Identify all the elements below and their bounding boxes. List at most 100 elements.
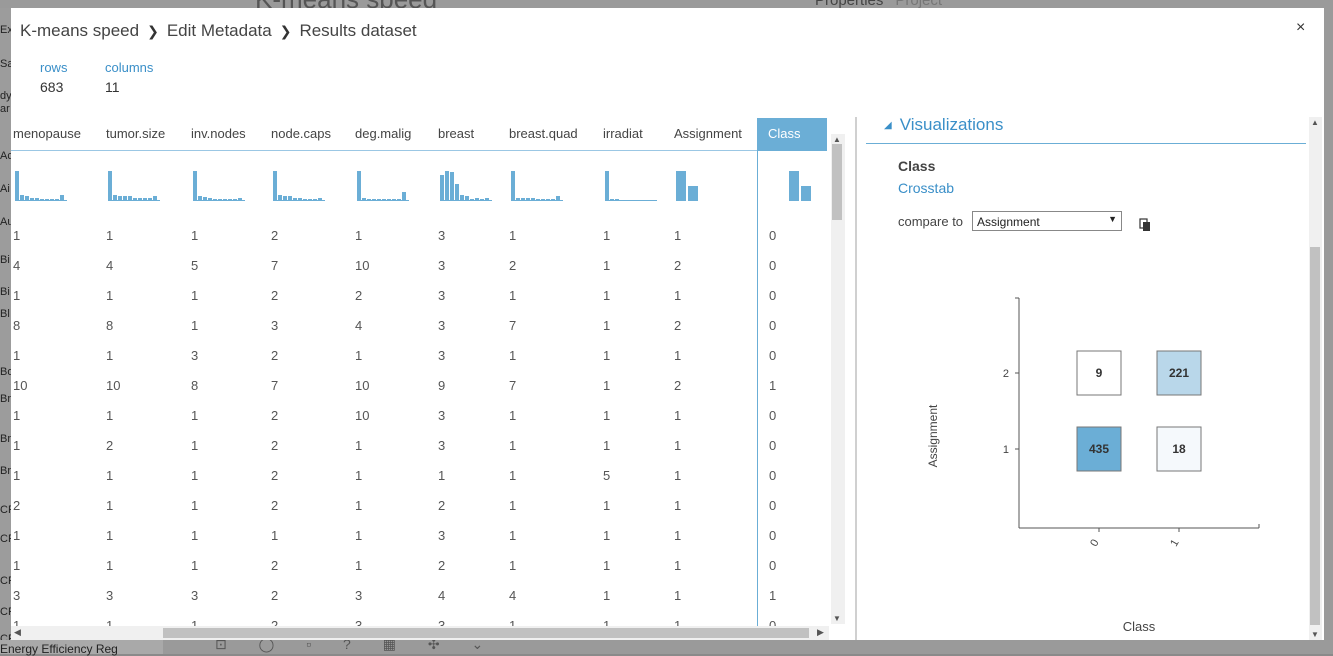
table-cell[interactable]: 1 [106,498,113,513]
table-cell[interactable]: 1 [674,438,681,453]
table-cell[interactable]: 1 [603,558,610,573]
table-cell[interactable]: 1 [191,528,198,543]
column-header-deg-malig[interactable]: deg.malig [355,126,411,141]
column-header-breast[interactable]: breast [438,126,474,141]
table-cell[interactable]: 1 [603,228,610,243]
table-cell[interactable]: 1 [106,348,113,363]
table-cell[interactable]: 1 [13,558,20,573]
table-cell[interactable]: 1 [191,288,198,303]
table-cell[interactable]: 0 [769,528,776,543]
table-cell[interactable]: 1 [355,228,362,243]
table-cell[interactable]: 1 [603,528,610,543]
table-cell[interactable]: 1 [603,318,610,333]
table-cell[interactable]: 1 [509,408,516,423]
table-cell[interactable]: 1 [674,618,681,626]
table-cell[interactable]: 2 [271,438,278,453]
table-cell[interactable]: 1 [106,288,113,303]
table-cell[interactable]: 1 [603,408,610,423]
table-cell[interactable]: 1 [509,228,516,243]
table-cell[interactable]: 1 [674,558,681,573]
table-cell[interactable]: 3 [191,588,198,603]
table-cell[interactable]: 1 [509,468,516,483]
table-cell[interactable]: 2 [271,468,278,483]
table-cell[interactable]: 0 [769,498,776,513]
table-cell[interactable]: 10 [355,408,369,423]
table-cell[interactable]: 1 [603,258,610,273]
table-cell[interactable]: 1 [355,498,362,513]
table-cell[interactable]: 1 [603,438,610,453]
table-cell[interactable]: 1 [191,438,198,453]
compare-to-select[interactable]: Assignment ▼ [972,211,1122,231]
table-cell[interactable]: 5 [191,258,198,273]
scroll-left-icon[interactable]: ◀ [14,627,21,638]
table-cell[interactable]: 1 [603,378,610,393]
visualizations-header[interactable]: ◢ Visualizations [884,115,1003,135]
table-cell[interactable]: 0 [769,348,776,363]
table-cell[interactable]: 4 [13,258,20,273]
table-vertical-scrollbar[interactable]: ▲ ▼ [831,134,845,624]
table-cell[interactable]: 1 [191,408,198,423]
table-cell[interactable]: 2 [355,288,362,303]
table-cell[interactable]: 1 [13,438,20,453]
table-cell[interactable]: 0 [769,408,776,423]
table-cell[interactable]: 1 [674,498,681,513]
table-cell[interactable]: 0 [769,618,776,626]
table-cell[interactable]: 10 [355,378,369,393]
visualization-scrollbar[interactable]: ▲ ▼ [1309,117,1322,640]
table-cell[interactable]: 0 [769,258,776,273]
scrollbar-thumb[interactable] [163,628,809,638]
table-cell[interactable]: 0 [769,558,776,573]
table-cell[interactable]: 7 [509,378,516,393]
table-cell[interactable]: 10 [13,378,27,393]
scroll-up-icon[interactable]: ▲ [1311,118,1319,127]
table-cell[interactable]: 1 [106,528,113,543]
column-header-menopause[interactable]: menopause [13,126,81,141]
table-cell[interactable]: 1 [13,288,20,303]
column-header-breast-quad[interactable]: breast.quad [509,126,578,141]
table-cell[interactable]: 1 [191,558,198,573]
table-cell[interactable]: 1 [769,378,776,393]
table-cell[interactable]: 3 [438,228,445,243]
table-cell[interactable]: 1 [603,348,610,363]
table-cell[interactable]: 1 [106,228,113,243]
table-cell[interactable]: 3 [271,318,278,333]
table-cell[interactable]: 2 [106,438,113,453]
table-cell[interactable]: 1 [509,528,516,543]
scroll-right-icon[interactable]: ▶ [817,627,824,638]
table-horizontal-scrollbar[interactable]: ◀ ▶ [11,626,829,640]
close-button[interactable]: × [1296,19,1305,37]
table-cell[interactable]: 2 [271,588,278,603]
table-cell[interactable]: 1 [191,618,198,626]
table-cell[interactable]: 2 [271,348,278,363]
table-cell[interactable]: 5 [603,468,610,483]
table-cell[interactable]: 1 [674,228,681,243]
table-cell[interactable]: 4 [355,318,362,333]
table-cell[interactable]: 1 [13,528,20,543]
table-cell[interactable]: 10 [106,378,120,393]
table-cell[interactable]: 2 [509,258,516,273]
table-cell[interactable]: 8 [13,318,20,333]
table-cell[interactable]: 1 [509,438,516,453]
table-cell[interactable]: 2 [271,228,278,243]
collapse-triangle-icon[interactable]: ◢ [884,120,892,131]
table-cell[interactable]: 2 [13,498,20,513]
table-cell[interactable]: 8 [106,318,113,333]
breadcrumb-experiment[interactable]: K-means speed [20,21,139,40]
table-cell[interactable]: 1 [106,618,113,626]
table-cell[interactable]: 0 [769,228,776,243]
table-cell[interactable]: 1 [271,528,278,543]
table-cell[interactable]: 1 [355,468,362,483]
table-cell[interactable]: 7 [271,378,278,393]
table-cell[interactable]: 1 [191,468,198,483]
table-cell[interactable]: 1 [509,618,516,626]
table-cell[interactable]: 1 [674,468,681,483]
table-cell[interactable]: 2 [674,258,681,273]
table-cell[interactable]: 2 [438,498,445,513]
table-cell[interactable]: 1 [355,558,362,573]
scroll-up-icon[interactable]: ▲ [833,135,841,144]
table-cell[interactable]: 1 [355,528,362,543]
table-cell[interactable]: 4 [106,258,113,273]
table-cell[interactable]: 2 [271,408,278,423]
table-cell[interactable]: 1 [191,318,198,333]
table-cell[interactable]: 3 [438,528,445,543]
